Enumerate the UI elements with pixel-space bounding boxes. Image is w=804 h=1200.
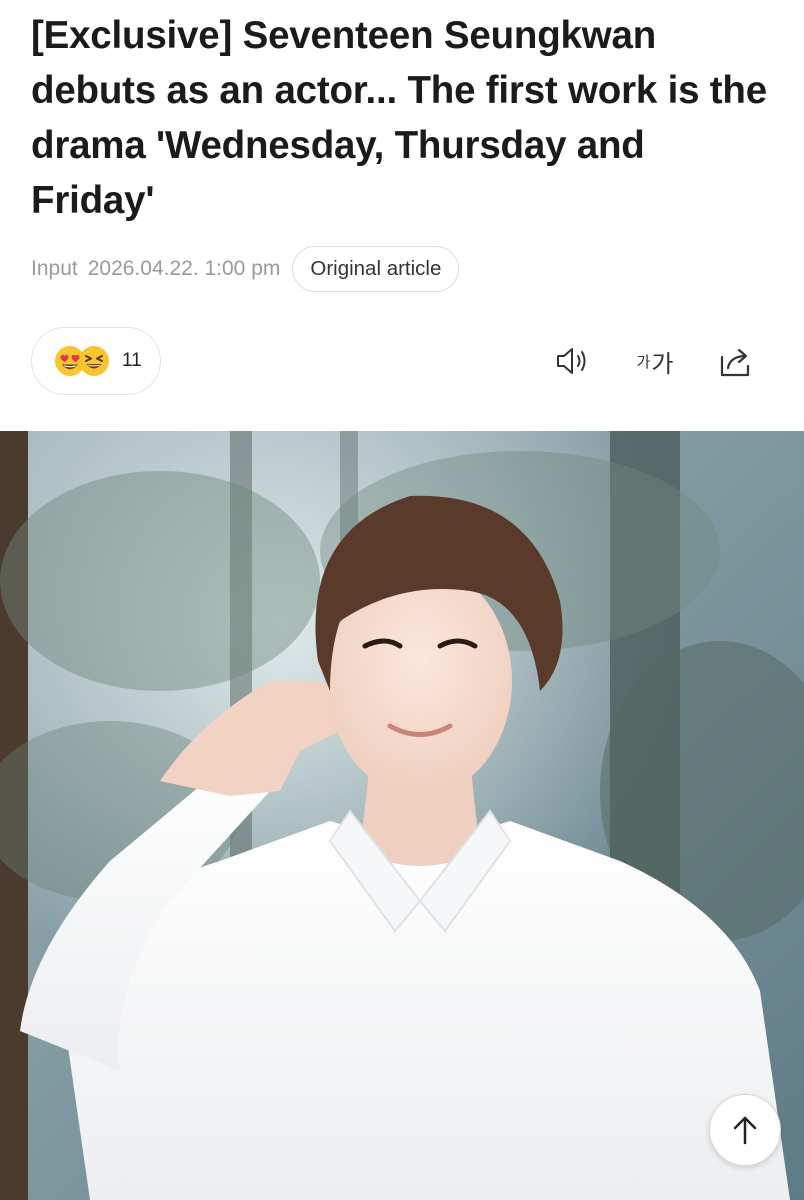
arrow-up-icon xyxy=(733,1116,757,1145)
article-photo-illustration xyxy=(0,431,804,1200)
original-article-button[interactable]: Original article xyxy=(292,246,460,292)
share-icon xyxy=(720,348,750,377)
share-button[interactable] xyxy=(716,343,756,379)
reactions-button[interactable]: 11 xyxy=(31,327,161,395)
font-size-button[interactable]: 가 가 xyxy=(630,343,680,379)
input-label: Input xyxy=(31,257,78,280)
font-size-small-glyph: 가 xyxy=(636,353,651,371)
font-size-large-glyph: 가 xyxy=(651,350,674,378)
speaker-icon xyxy=(557,348,586,374)
input-date: 2026.04.22. 1:00 pm xyxy=(87,257,281,280)
scroll-to-top-button[interactable] xyxy=(709,1094,781,1166)
article-photo xyxy=(0,431,804,1200)
text-to-speech-button[interactable] xyxy=(553,343,595,379)
reaction-count: 11 xyxy=(122,350,142,371)
article-page: [Exclusive] Seventeen Seungkwan debuts a… xyxy=(0,0,804,1200)
grinning-squint-emoji-icon xyxy=(79,346,109,376)
article-headline: [Exclusive] Seventeen Seungkwan debuts a… xyxy=(31,14,767,222)
reaction-emojis xyxy=(54,345,114,377)
article-meta: Input 2026.04.22. 1:00 pm Original artic… xyxy=(31,246,460,292)
